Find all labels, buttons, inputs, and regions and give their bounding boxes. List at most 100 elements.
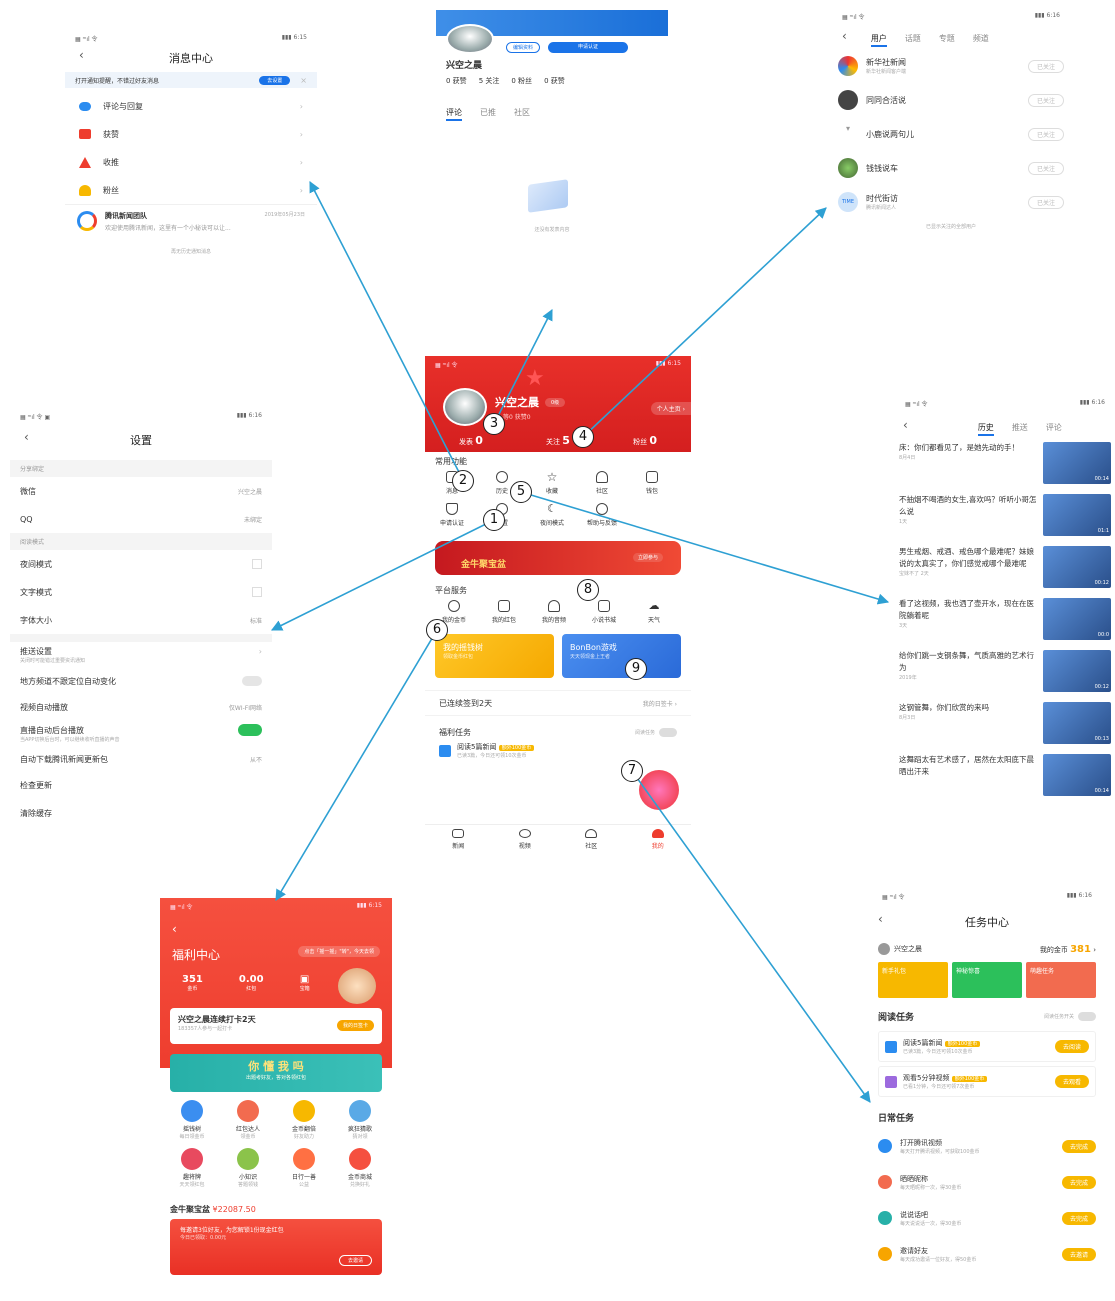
daily-task[interactable]: 晒晒昵称 每天晒昵称一次，得30金币 去完成 bbox=[872, 1164, 1102, 1200]
reading-toggle[interactable] bbox=[659, 727, 677, 737]
daily-task[interactable]: 邀请好友 每天成功邀请一位好友，得50金币 去邀请 bbox=[872, 1236, 1102, 1272]
coin-balance[interactable]: 351 金币 bbox=[182, 974, 203, 992]
setting-qq[interactable]: QQ 未绑定 bbox=[10, 505, 272, 533]
task-card-fun[interactable]: 萌趣任务 bbox=[1026, 962, 1096, 998]
setting-night[interactable]: 夜间模式 bbox=[10, 550, 272, 578]
video-thumbnail[interactable]: 00:14 bbox=[1043, 754, 1111, 796]
game-banner[interactable]: 你 懂 我 吗 出题考好友，答对各领红包 bbox=[170, 1054, 382, 1092]
history-item[interactable]: 这钢管舞，你们欣赏的来吗 8月3日 00:13 bbox=[895, 702, 1115, 754]
video-thumbnail[interactable]: 00:12 bbox=[1043, 650, 1111, 692]
video-thumbnail[interactable]: 00:12 bbox=[1043, 546, 1111, 588]
back-icon[interactable]: ‹ bbox=[878, 912, 883, 926]
task-button[interactable]: 去完成 bbox=[1061, 1139, 1096, 1153]
tab-comments[interactable]: 评论 bbox=[1046, 423, 1062, 432]
tab-history[interactable]: 历史 bbox=[977, 423, 994, 436]
followed-button[interactable]: 已关注 bbox=[1027, 93, 1064, 107]
task-button[interactable]: 去完成 bbox=[1061, 1175, 1096, 1189]
welfare-grid-item[interactable]: 日行一善 公益 bbox=[276, 1148, 332, 1188]
history-item[interactable]: 男生戒烟、戒酒、戒色哪个最难呢？妹娘说的太真实了，你们感觉戒哪个最难呢 宝妹不了 … bbox=[895, 546, 1115, 598]
back-icon[interactable]: ‹ bbox=[903, 418, 908, 432]
welfare-grid-item[interactable]: 金币商城 兑换好礼 bbox=[332, 1148, 388, 1188]
followed-button[interactable]: 已关注 bbox=[1027, 161, 1064, 175]
welfare-grid-item[interactable]: 小知识 答题领钱 bbox=[220, 1148, 276, 1188]
welfare-task[interactable]: 阅读5篇新闻 额外100金币 已读3篇，今日还可领10次金币 bbox=[425, 742, 691, 759]
video-thumbnail[interactable]: 00:14 bbox=[1043, 442, 1111, 484]
welfare-grid-item[interactable]: 摇钱树 每日领金币 bbox=[164, 1100, 220, 1140]
daily-task[interactable]: 打开腾讯视频 每天打开腾讯视频，可获取100金币 去完成 bbox=[872, 1128, 1102, 1164]
history-item[interactable]: 给你们跳一支钢条舞，气质高雅的艺术行为 2019年 00:12 bbox=[895, 650, 1115, 702]
invite-card[interactable]: 每邀请3位好友，为您解锁1份现金红包 今日已领取：0.00元 去邀请 bbox=[170, 1219, 382, 1275]
user-row[interactable]: 新华社新闻 新华社新闻客户端 已关注 bbox=[832, 49, 1070, 83]
setting-cache[interactable]: 清除缓存 bbox=[10, 799, 272, 827]
setting-video[interactable]: 视频自动播放 仅WI-FI网络 bbox=[10, 694, 272, 720]
reading-toggle[interactable] bbox=[1078, 1012, 1096, 1021]
video-thumbnail[interactable]: 00:0 bbox=[1043, 598, 1111, 640]
avatar[interactable] bbox=[443, 388, 487, 426]
grid-item-favorites[interactable]: ☆ 收藏 bbox=[527, 471, 577, 497]
history-item[interactable]: 看了这视频，我也洒了壶开水，现在在医院躺着呢 3天 00:0 bbox=[895, 598, 1115, 650]
task-button[interactable]: 去完成 bbox=[1061, 1211, 1096, 1225]
treasure-box[interactable]: ▣ 宝箱 bbox=[300, 974, 310, 992]
text-mode-checkbox[interactable] bbox=[252, 587, 262, 597]
tab-comments[interactable]: 评论 bbox=[446, 108, 462, 121]
signin-row[interactable]: 已连续签到2天 我的日签卡 › bbox=[425, 690, 691, 716]
back-icon[interactable]: ‹ bbox=[79, 48, 84, 62]
video-thumbnail[interactable]: 00:13 bbox=[1043, 702, 1111, 744]
back-icon[interactable]: ‹ bbox=[24, 430, 29, 444]
close-icon[interactable]: × bbox=[300, 76, 307, 85]
reading-task[interactable]: 观看5分钟视频 额外100金币 已看1分钟，今日还可领7次金币 去观看 bbox=[878, 1066, 1096, 1097]
grid-item-novels[interactable]: 小说书城 bbox=[579, 600, 629, 624]
setting-download[interactable]: 自动下载腾讯新闻更新包 从不 bbox=[10, 747, 272, 771]
followed-button[interactable]: 已关注 bbox=[1027, 59, 1064, 73]
setting-text-mode[interactable]: 文字模式 bbox=[10, 578, 272, 606]
grid-item-help[interactable]: 帮助与反馈 bbox=[577, 503, 627, 529]
reading-task[interactable]: 阅读5篇新闻 额外100金币 已读3篇，今日还可领10次金币 去阅读 bbox=[878, 1031, 1096, 1062]
task-card-newbie[interactable]: 新手礼包 bbox=[878, 962, 948, 998]
welfare-grid-item[interactable]: 疯狂猜歌 猜对领 bbox=[332, 1100, 388, 1140]
stat-posts[interactable]: 发表 0 bbox=[459, 434, 483, 447]
apply-verify-button[interactable]: 申请认证 bbox=[548, 42, 629, 53]
history-item[interactable]: 这舞蹈太有艺术感了，居然在太阳底下晨晒出汗来 00:14 bbox=[895, 754, 1115, 806]
banner-button[interactable]: 立即参与 bbox=[632, 553, 663, 562]
setting-bg-play[interactable]: 直播自动后台播放 当APP切换后台时，可以继续收听直播的声音 bbox=[10, 720, 272, 747]
setting-push[interactable]: 推送设置 › 关闭时可能错过重要资讯通知 bbox=[10, 642, 272, 668]
stat-fans[interactable]: 粉丝 0 bbox=[633, 434, 657, 447]
stat-follows[interactable]: 关注 5 bbox=[546, 434, 570, 447]
nav-mine[interactable]: 我的 bbox=[638, 829, 678, 850]
edit-profile-button[interactable]: 编辑资料 bbox=[506, 42, 541, 53]
bg-play-toggle[interactable] bbox=[238, 724, 262, 736]
tab-push[interactable]: 推送 bbox=[1012, 423, 1028, 432]
back-icon[interactable]: ‹ bbox=[842, 29, 847, 43]
tab-channels[interactable]: 频道 bbox=[973, 34, 989, 43]
message-item[interactable]: 收推 › bbox=[65, 148, 317, 176]
task-button[interactable]: 去邀请 bbox=[1061, 1247, 1096, 1261]
news-message[interactable]: 腾讯新闻团队 2019年05月23日 欢迎使用腾讯新闻，这里有一个小秘诀可以让..… bbox=[65, 204, 317, 238]
grid-item-community[interactable]: 社区 bbox=[577, 471, 627, 497]
history-item[interactable]: 不抽烟不喝酒的女生,喜欢吗？听听小哥怎么说 1天 01:1 bbox=[895, 494, 1115, 546]
task-card-surprise[interactable]: 神秘惊喜 bbox=[952, 962, 1022, 998]
checkin-button[interactable]: 我的日签卡 bbox=[336, 1020, 374, 1031]
tab-users[interactable]: 用户 bbox=[870, 34, 887, 47]
grid-item-audio[interactable]: 我的音频 bbox=[529, 600, 579, 624]
money-tree-card[interactable]: 我的摇钱树 领取金币红包 bbox=[435, 634, 554, 678]
user-row[interactable]: TIME 时代街访 腾讯新闻达人 已关注 bbox=[832, 185, 1070, 219]
followed-button[interactable]: 已关注 bbox=[1027, 127, 1064, 141]
task-button[interactable]: 去观看 bbox=[1054, 1075, 1089, 1088]
tab-pushed[interactable]: 已推 bbox=[480, 108, 496, 117]
grid-item-weather[interactable]: ☁ 天气 bbox=[629, 600, 679, 625]
video-thumbnail[interactable]: 01:1 bbox=[1043, 494, 1111, 536]
setting-location[interactable]: 地方频道不跟定位自动变化 bbox=[10, 668, 272, 694]
cash-balance[interactable]: 0.00 红包 bbox=[239, 974, 264, 992]
invite-button[interactable]: 去邀请 bbox=[338, 1255, 372, 1266]
notice-button[interactable]: 去设置 bbox=[259, 75, 291, 85]
nav-news[interactable]: 新闻 bbox=[438, 829, 478, 850]
user-row[interactable]: 同同合活说 已关注 bbox=[832, 83, 1070, 117]
back-icon[interactable]: ‹ bbox=[172, 922, 177, 936]
setting-update[interactable]: 检查更新 bbox=[10, 771, 272, 799]
nav-community[interactable]: 社区 bbox=[571, 829, 611, 850]
setting-wechat[interactable]: 微信 兴空之晨 bbox=[10, 477, 272, 505]
message-item[interactable]: 粉丝 › bbox=[65, 176, 317, 204]
grid-item-verify[interactable]: 申请认证 bbox=[427, 503, 477, 529]
nav-video[interactable]: 视频 bbox=[505, 829, 545, 850]
grid-item-wallet[interactable]: 钱包 bbox=[627, 471, 677, 497]
